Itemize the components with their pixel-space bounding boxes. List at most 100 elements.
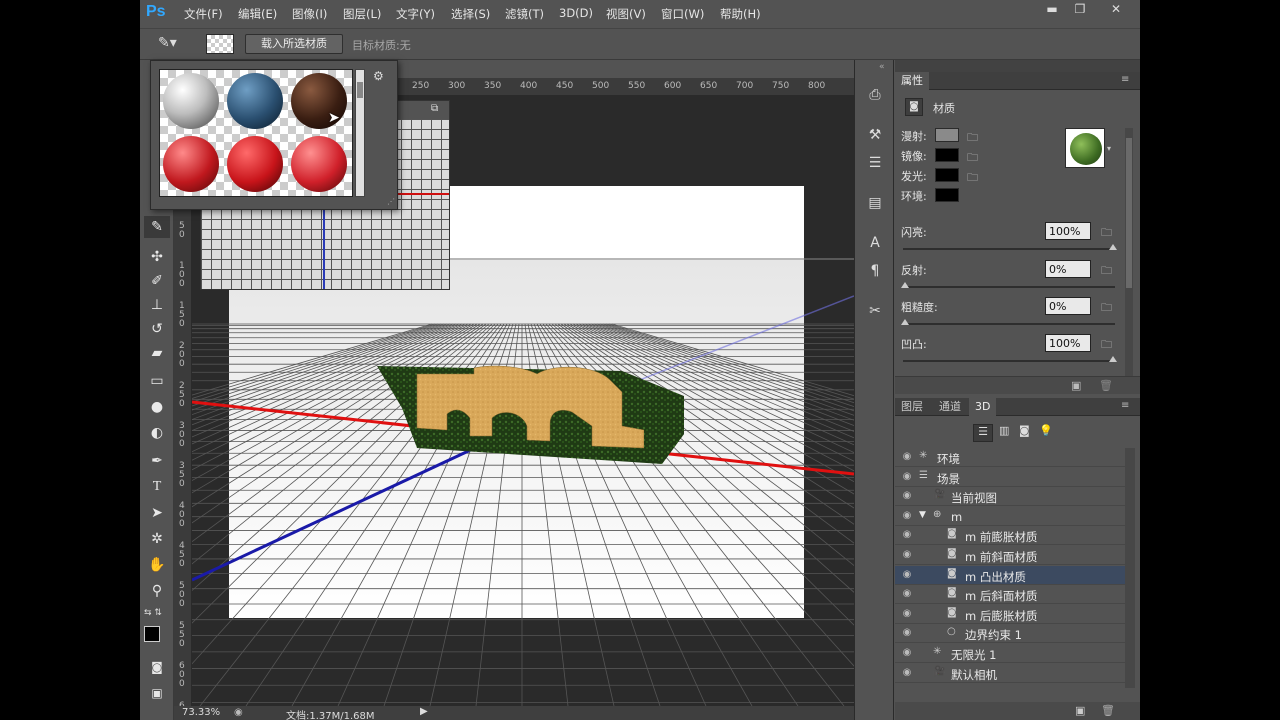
secondary-view-menu-icon[interactable]: ⧉ [431,103,438,114]
eyedropper-tool-icon[interactable]: ✎▾ [158,35,184,55]
visibility-eye-icon[interactable]: ◉ [901,451,913,463]
blur-icon[interactable]: ● [144,396,170,418]
hand-icon[interactable]: ✋ [144,554,170,576]
tab-channels[interactable]: 通道 [933,398,967,416]
scene-tree-item[interactable]: ◉ ◙ m 凸出材质 [895,565,1125,585]
filter-lights-icon[interactable]: 💡 [1039,424,1053,437]
history-brush-icon[interactable]: ↺ [144,318,170,340]
gradient-icon[interactable]: ▭ [144,370,170,392]
tab-layers[interactable]: 图层 [895,398,929,416]
shine-folder-icon[interactable]: 🗀 [1101,224,1112,243]
character-panel-icon[interactable]: A [863,232,887,254]
scene-tree-item[interactable]: ◉ ◙ m 前斜面材质 [895,546,1125,565]
pen-icon[interactable]: ✒ [144,450,170,472]
close-button[interactable]: ✕ [1100,0,1132,18]
scene-tree-item[interactable]: ◉ ✳ 无限光 1 [895,644,1125,663]
material-swatch-red-plaid[interactable] [291,136,347,192]
properties-scrollbar-thumb[interactable] [1126,138,1132,288]
zoom-icon[interactable]: ⚲ [144,580,170,602]
history-panel-icon[interactable]: ⎙ [863,84,887,106]
scene-tree-item[interactable]: ◉ ◙ m 后膨胀材质 [895,605,1125,624]
picker-settings-gear-icon[interactable]: ⚙ [373,69,384,83]
layers-scrollbar[interactable] [1125,448,1135,688]
menu-help[interactable]: 帮助(H) [720,6,761,22]
reflection-slider-thumb[interactable] [901,282,909,288]
layers-panel-menu-icon[interactable]: ≡ [1121,400,1129,411]
panel-menu-icon[interactable]: ≡ [1121,74,1129,85]
brush-panel-icon[interactable]: ⚒ [863,124,887,146]
illumination-swatch[interactable] [935,168,959,182]
visibility-eye-icon[interactable]: ◉ [901,667,913,679]
visibility-eye-icon[interactable]: ◉ [901,510,913,522]
foreground-color-swatch[interactable] [144,626,160,642]
swatch-scrollbar-thumb[interactable] [357,82,363,98]
adjustments-panel-icon[interactable]: ☰ [863,152,887,174]
scene-tree-item[interactable]: ◉ 🎥 默认相机 [895,664,1125,683]
material-swatch-white[interactable] [163,73,219,129]
menu-view[interactable]: 视图(V) [606,6,646,22]
clone-stamp-icon[interactable]: ⊥ [144,294,170,316]
scene-tree-item[interactable]: ◉ ▼ ⊕ m [895,507,1125,526]
specular-swatch[interactable] [935,148,959,162]
preview-dropdown-icon[interactable]: ▾ [1107,144,1111,153]
swatch-scrollbar[interactable] [355,69,365,197]
eraser-icon[interactable]: ▰ [144,342,170,364]
material-swatch-red-weave[interactable] [227,136,283,192]
reflection-slider-track[interactable] [903,286,1115,288]
zoom-level[interactable]: 73.33% [182,707,220,718]
dodge-icon[interactable]: ◐ [144,422,170,444]
bump-slider-thumb[interactable] [1109,356,1117,362]
roughness-slider-track[interactable] [903,323,1115,325]
reflection-folder-icon[interactable]: 🗀 [1101,262,1112,281]
load-selected-material-button[interactable]: 载入所选材质 [245,34,343,54]
menu-layer[interactable]: 图层(L) [343,6,381,22]
scene-tree-item[interactable]: ◉ ☰ 场景 [895,468,1125,487]
menu-type[interactable]: 文字(Y) [396,6,435,22]
scene-tree-item[interactable]: ◉ ◙ m 前膨胀材质 [895,526,1125,546]
paths-panel-icon[interactable]: ▤ [863,192,887,214]
visibility-eye-icon[interactable]: ◉ [901,529,913,541]
path-select-icon[interactable]: ➤ [144,502,170,524]
3d-object-icon[interactable]: ✲ [144,528,170,550]
status-menu-arrow-icon[interactable]: ▶ [420,706,428,717]
bump-value[interactable]: 100% [1045,334,1091,352]
menu-edit[interactable]: 编辑(E) [238,6,277,22]
visibility-eye-icon[interactable]: ◉ [901,608,913,620]
visibility-eye-icon[interactable]: ◉ [901,647,913,659]
filter-materials-icon[interactable]: ◙ [1019,424,1030,437]
new-object-icon[interactable]: ▣ [1075,704,1085,717]
paragraph-panel-icon[interactable]: ¶ [863,260,887,282]
delete-object-icon[interactable]: 🗑 [1101,704,1115,717]
texture-folder-icons[interactable]: 🗀 🗀 🗀 [967,128,978,188]
material-swatch-blue[interactable] [227,73,283,129]
healing-brush-icon[interactable]: ✣ [144,246,170,268]
bump-slider-track[interactable] [903,360,1115,362]
scene-tree-item[interactable]: ◉ ◙ m 后斜面材质 [895,585,1125,605]
collapse-dock-icon[interactable]: « [879,62,885,72]
menu-filter[interactable]: 滤镜(T) [505,6,544,22]
tab-properties[interactable]: 属性 [895,72,929,90]
restore-button[interactable]: ❐ [1064,0,1096,18]
roughness-folder-icon[interactable]: 🗀 [1101,299,1112,318]
filter-scene-icon[interactable]: ☰ [973,424,993,442]
scene-tree-item[interactable]: ◉ 🎥 当前视图 [895,487,1125,507]
bump-folder-icon[interactable]: 🗀 [1101,336,1112,355]
visibility-eye-icon[interactable]: ◉ [901,490,913,502]
screen-mode-icon[interactable]: ▣ [144,682,170,704]
delete-material-icon[interactable]: 🗑 [1099,379,1113,392]
menu-select[interactable]: 选择(S) [451,6,490,22]
quick-mask-icon[interactable]: ◙ [144,656,170,678]
roughness-slider-thumb[interactable] [901,319,909,325]
scene-tree-item[interactable]: ◉ ✳ 环境 [895,448,1125,467]
reflection-value[interactable]: 0% [1045,260,1091,278]
brush-icon[interactable]: ✐ [144,270,170,292]
expand-arrow-icon[interactable]: ▼ [919,510,926,520]
material-picker-dropdown[interactable] [206,34,234,54]
menu-window[interactable]: 窗口(W) [661,6,704,22]
shine-slider-track[interactable] [903,248,1115,250]
menu-image[interactable]: 图像(I) [292,6,327,22]
visibility-eye-icon[interactable]: ◉ [901,549,913,561]
swap-colors-icon[interactable]: ⇆ ⇅ [144,608,162,618]
visibility-eye-icon[interactable]: ◉ [901,627,913,639]
visibility-eye-icon[interactable]: ◉ [901,471,913,483]
